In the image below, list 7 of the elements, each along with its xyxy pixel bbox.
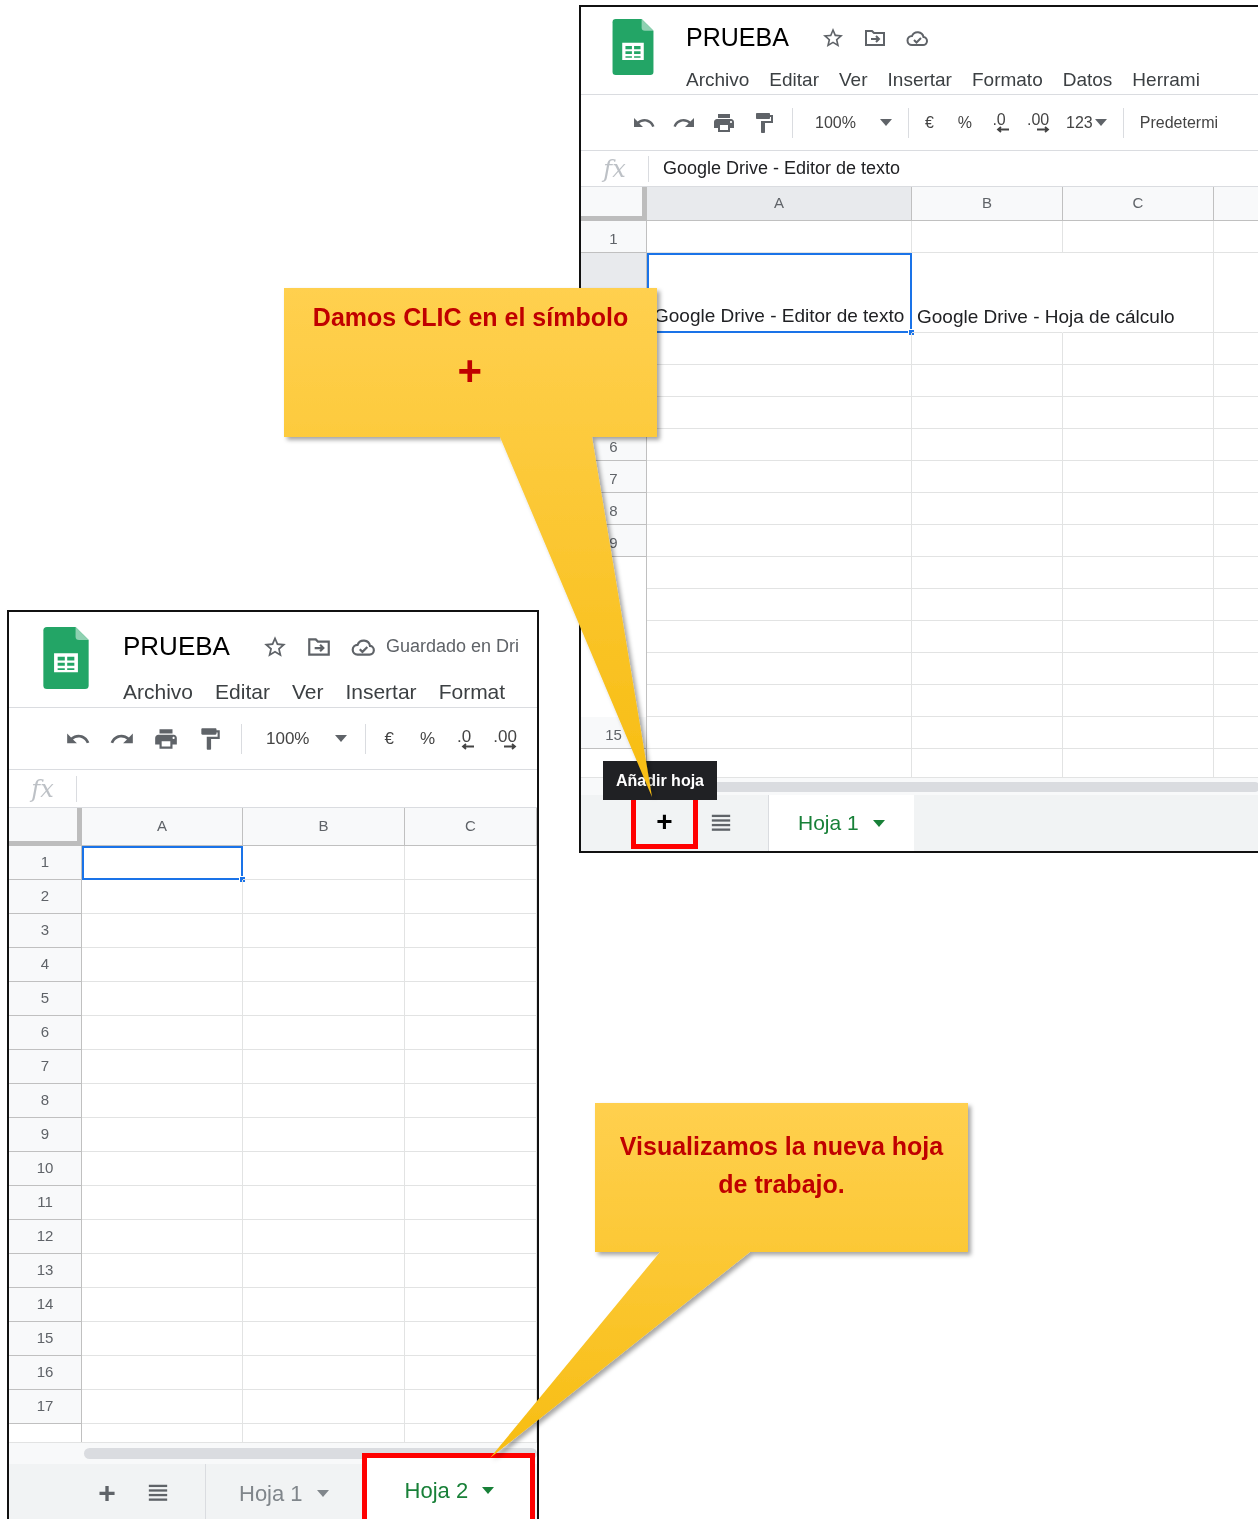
callout-text: Damos CLIC en el símbolo <box>311 302 630 333</box>
cell-text: Google Drive - Hoja de cálculo <box>917 304 1175 329</box>
fx-label: fx <box>581 155 649 182</box>
save-status: Guardado en Dri <box>385 635 519 658</box>
fx-label: fx <box>9 775 77 802</box>
plus-symbol: + <box>457 350 483 392</box>
callout-text: Visualizamos la nueva hoja de trabajo. <box>618 1131 945 1200</box>
